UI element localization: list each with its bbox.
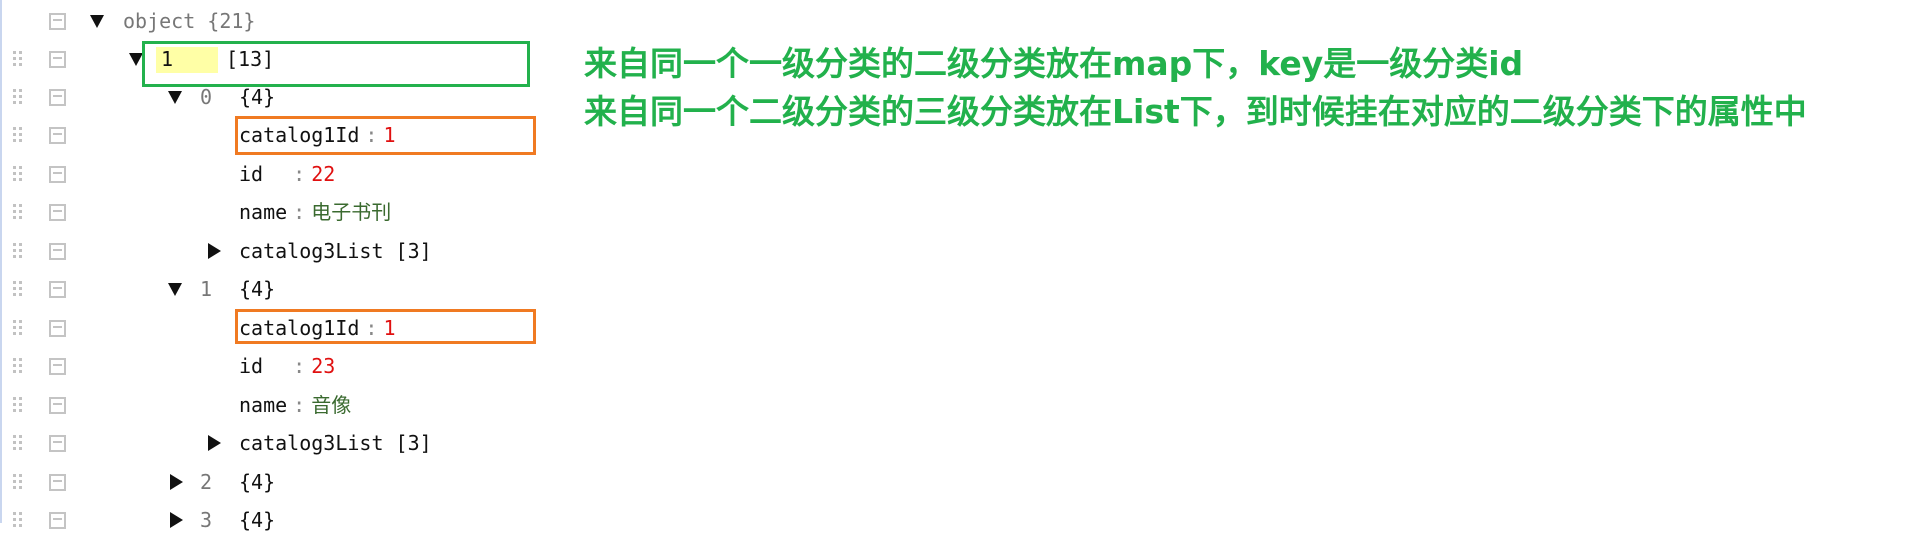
- tree-row-item-2[interactable]: 2 {4}: [0, 463, 560, 501]
- drag-handle-icon[interactable]: [13, 320, 23, 336]
- drag-handle-icon[interactable]: [13, 512, 23, 528]
- tree-row-name[interactable]: name: 电子书刊: [0, 193, 560, 231]
- drag-handle-icon[interactable]: [13, 397, 23, 413]
- drag-handle-icon[interactable]: [13, 51, 23, 67]
- document-icon: [49, 320, 66, 337]
- group-annotation-box: [142, 41, 530, 87]
- drag-handle-icon[interactable]: [13, 166, 23, 182]
- collapse-toggle-icon[interactable]: [208, 243, 221, 259]
- annotation-line-1: 来自同一个一级分类的二级分类放在map下，key是一级分类id: [584, 44, 1524, 83]
- expand-toggle-icon[interactable]: [168, 91, 182, 104]
- collapse-toggle-icon[interactable]: [170, 474, 183, 490]
- property-entry: name: 音像: [239, 393, 352, 417]
- document-icon: [49, 358, 66, 375]
- catalog1id-highlight-box: [235, 116, 536, 155]
- document-icon: [49, 474, 66, 491]
- document-icon: [49, 13, 66, 30]
- document-icon: [49, 204, 66, 221]
- collapse-toggle-icon[interactable]: [170, 512, 183, 528]
- expand-toggle-icon[interactable]: [90, 15, 104, 28]
- tree-row-id[interactable]: id :23: [0, 347, 560, 385]
- item-count: {4}: [239, 277, 276, 301]
- drag-handle-icon[interactable]: [13, 204, 23, 220]
- tree-row-name[interactable]: name: 音像: [0, 386, 560, 424]
- drag-handle-icon[interactable]: [13, 281, 23, 297]
- item-index: 1: [200, 277, 213, 301]
- property-entry: id :23: [239, 354, 336, 378]
- tree-row-item-3[interactable]: 3 {4}: [0, 501, 560, 539]
- drag-handle-icon[interactable]: [13, 89, 23, 105]
- document-icon: [49, 281, 66, 298]
- drag-handle-icon[interactable]: [13, 243, 23, 259]
- document-icon: [49, 243, 66, 260]
- collapse-toggle-icon[interactable]: [208, 435, 221, 451]
- drag-handle-icon[interactable]: [13, 435, 23, 451]
- tree-row-id[interactable]: id :22: [0, 155, 560, 193]
- item-count: {4}: [239, 470, 276, 494]
- drag-handle-icon[interactable]: [13, 474, 23, 490]
- annotation-line-2: 来自同一个二级分类的三级分类放在List下，到时候挂在对应的二级分类下的属性中: [584, 92, 1807, 131]
- catalog1id-highlight-box: [235, 309, 536, 344]
- tree-row-root[interactable]: object {21}: [0, 2, 560, 40]
- tree-row-item-1[interactable]: 1 {4}: [0, 270, 560, 308]
- tree-row-catalog3list[interactable]: catalog3List [3]: [0, 424, 560, 462]
- item-count: {4}: [239, 508, 276, 532]
- drag-handle-icon[interactable]: [13, 358, 23, 374]
- document-icon: [49, 127, 66, 144]
- expand-toggle-icon[interactable]: [129, 53, 143, 66]
- document-icon: [49, 397, 66, 414]
- property-entry: id :22: [239, 162, 336, 186]
- document-icon: [49, 51, 66, 68]
- root-node-label: object {21}: [123, 9, 256, 33]
- item-index: 2: [200, 470, 213, 494]
- item-index: 3: [200, 508, 213, 532]
- list-entry: catalog3List [3]: [239, 239, 432, 263]
- list-entry: catalog3List [3]: [239, 431, 432, 455]
- document-icon: [49, 435, 66, 452]
- drag-handle-icon[interactable]: [13, 127, 23, 143]
- document-icon: [49, 512, 66, 529]
- document-icon: [49, 166, 66, 183]
- property-entry: name: 电子书刊: [239, 200, 392, 224]
- tree-row-catalog3list[interactable]: catalog3List [3]: [0, 232, 560, 270]
- document-icon: [49, 89, 66, 106]
- expand-toggle-icon[interactable]: [168, 283, 182, 296]
